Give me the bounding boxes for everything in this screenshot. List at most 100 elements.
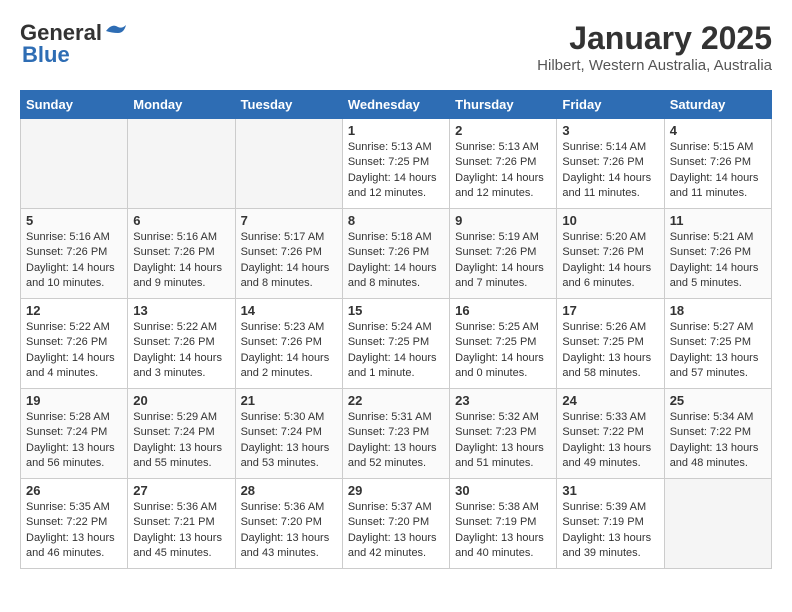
calendar-cell: 15 Sunrise: 5:24 AMSunset: 7:25 PMDaylig… [342,299,449,389]
day-number: 3 [562,123,658,138]
day-number: 12 [26,303,122,318]
calendar-cell: 2 Sunrise: 5:13 AMSunset: 7:26 PMDayligh… [450,119,557,209]
weekday-header-saturday: Saturday [664,91,771,119]
day-number: 29 [348,483,444,498]
calendar-cell: 9 Sunrise: 5:19 AMSunset: 7:26 PMDayligh… [450,209,557,299]
day-number: 18 [670,303,766,318]
day-info: Sunrise: 5:17 AMSunset: 7:26 PMDaylight:… [241,230,337,292]
day-number: 8 [348,213,444,228]
day-number: 31 [562,483,658,498]
day-number: 25 [670,393,766,408]
week-row-5: 26 Sunrise: 5:35 AMSunset: 7:22 PMDaylig… [21,479,772,569]
day-number: 1 [348,123,444,138]
day-info: Sunrise: 5:27 AMSunset: 7:25 PMDaylight:… [670,320,766,382]
day-number: 15 [348,303,444,318]
calendar-cell: 13 Sunrise: 5:22 AMSunset: 7:26 PMDaylig… [128,299,235,389]
day-info: Sunrise: 5:24 AMSunset: 7:25 PMDaylight:… [348,320,444,382]
day-info: Sunrise: 5:25 AMSunset: 7:25 PMDaylight:… [455,320,551,382]
day-number: 2 [455,123,551,138]
day-info: Sunrise: 5:38 AMSunset: 7:19 PMDaylight:… [455,500,551,562]
calendar-cell: 17 Sunrise: 5:26 AMSunset: 7:25 PMDaylig… [557,299,664,389]
day-info: Sunrise: 5:29 AMSunset: 7:24 PMDaylight:… [133,410,229,472]
day-info: Sunrise: 5:16 AMSunset: 7:26 PMDaylight:… [133,230,229,292]
day-number: 28 [241,483,337,498]
calendar-cell: 1 Sunrise: 5:13 AMSunset: 7:25 PMDayligh… [342,119,449,209]
calendar-cell: 22 Sunrise: 5:31 AMSunset: 7:23 PMDaylig… [342,389,449,479]
day-number: 27 [133,483,229,498]
logo-blue: Blue [22,42,70,68]
day-info: Sunrise: 5:30 AMSunset: 7:24 PMDaylight:… [241,410,337,472]
day-info: Sunrise: 5:33 AMSunset: 7:22 PMDaylight:… [562,410,658,472]
calendar-cell: 16 Sunrise: 5:25 AMSunset: 7:25 PMDaylig… [450,299,557,389]
weekday-header-tuesday: Tuesday [235,91,342,119]
calendar-cell [21,119,128,209]
day-info: Sunrise: 5:20 AMSunset: 7:26 PMDaylight:… [562,230,658,292]
day-info: Sunrise: 5:13 AMSunset: 7:26 PMDaylight:… [455,140,551,202]
calendar-cell: 30 Sunrise: 5:38 AMSunset: 7:19 PMDaylig… [450,479,557,569]
day-info: Sunrise: 5:19 AMSunset: 7:26 PMDaylight:… [455,230,551,292]
calendar-cell: 26 Sunrise: 5:35 AMSunset: 7:22 PMDaylig… [21,479,128,569]
calendar-cell: 23 Sunrise: 5:32 AMSunset: 7:23 PMDaylig… [450,389,557,479]
calendar-cell: 31 Sunrise: 5:39 AMSunset: 7:19 PMDaylig… [557,479,664,569]
day-info: Sunrise: 5:34 AMSunset: 7:22 PMDaylight:… [670,410,766,472]
weekday-header-row: SundayMondayTuesdayWednesdayThursdayFrid… [21,91,772,119]
day-info: Sunrise: 5:36 AMSunset: 7:20 PMDaylight:… [241,500,337,562]
calendar-cell [235,119,342,209]
calendar-cell: 27 Sunrise: 5:36 AMSunset: 7:21 PMDaylig… [128,479,235,569]
day-number: 21 [241,393,337,408]
day-number: 10 [562,213,658,228]
calendar-cell: 10 Sunrise: 5:20 AMSunset: 7:26 PMDaylig… [557,209,664,299]
day-number: 5 [26,213,122,228]
weekday-header-sunday: Sunday [21,91,128,119]
day-number: 24 [562,393,658,408]
day-info: Sunrise: 5:14 AMSunset: 7:26 PMDaylight:… [562,140,658,202]
day-info: Sunrise: 5:21 AMSunset: 7:26 PMDaylight:… [670,230,766,292]
calendar-cell: 21 Sunrise: 5:30 AMSunset: 7:24 PMDaylig… [235,389,342,479]
day-info: Sunrise: 5:35 AMSunset: 7:22 PMDaylight:… [26,500,122,562]
calendar-cell: 25 Sunrise: 5:34 AMSunset: 7:22 PMDaylig… [664,389,771,479]
calendar-cell: 12 Sunrise: 5:22 AMSunset: 7:26 PMDaylig… [21,299,128,389]
calendar-table: SundayMondayTuesdayWednesdayThursdayFrid… [20,90,772,569]
day-number: 19 [26,393,122,408]
calendar-cell: 4 Sunrise: 5:15 AMSunset: 7:26 PMDayligh… [664,119,771,209]
day-info: Sunrise: 5:39 AMSunset: 7:19 PMDaylight:… [562,500,658,562]
day-info: Sunrise: 5:28 AMSunset: 7:24 PMDaylight:… [26,410,122,472]
weekday-header-friday: Friday [557,91,664,119]
calendar-cell: 18 Sunrise: 5:27 AMSunset: 7:25 PMDaylig… [664,299,771,389]
weekday-header-wednesday: Wednesday [342,91,449,119]
calendar-cell: 20 Sunrise: 5:29 AMSunset: 7:24 PMDaylig… [128,389,235,479]
weekday-header-monday: Monday [128,91,235,119]
calendar-cell: 11 Sunrise: 5:21 AMSunset: 7:26 PMDaylig… [664,209,771,299]
day-number: 16 [455,303,551,318]
calendar-cell: 8 Sunrise: 5:18 AMSunset: 7:26 PMDayligh… [342,209,449,299]
day-number: 7 [241,213,337,228]
day-number: 26 [26,483,122,498]
day-number: 14 [241,303,337,318]
week-row-3: 12 Sunrise: 5:22 AMSunset: 7:26 PMDaylig… [21,299,772,389]
title-area: January 2025 Hilbert, Western Australia,… [537,20,772,74]
day-info: Sunrise: 5:32 AMSunset: 7:23 PMDaylight:… [455,410,551,472]
calendar-cell [664,479,771,569]
day-info: Sunrise: 5:15 AMSunset: 7:26 PMDaylight:… [670,140,766,202]
calendar-cell: 28 Sunrise: 5:36 AMSunset: 7:20 PMDaylig… [235,479,342,569]
weekday-header-thursday: Thursday [450,91,557,119]
day-info: Sunrise: 5:13 AMSunset: 7:25 PMDaylight:… [348,140,444,202]
day-info: Sunrise: 5:22 AMSunset: 7:26 PMDaylight:… [26,320,122,382]
week-row-1: 1 Sunrise: 5:13 AMSunset: 7:25 PMDayligh… [21,119,772,209]
day-info: Sunrise: 5:26 AMSunset: 7:25 PMDaylight:… [562,320,658,382]
calendar-subtitle: Hilbert, Western Australia, Australia [537,57,772,74]
logo-bird-icon [104,23,126,39]
day-number: 11 [670,213,766,228]
calendar-cell: 6 Sunrise: 5:16 AMSunset: 7:26 PMDayligh… [128,209,235,299]
day-info: Sunrise: 5:16 AMSunset: 7:26 PMDaylight:… [26,230,122,292]
calendar-cell: 3 Sunrise: 5:14 AMSunset: 7:26 PMDayligh… [557,119,664,209]
day-info: Sunrise: 5:18 AMSunset: 7:26 PMDaylight:… [348,230,444,292]
page-header: General Blue January 2025 Hilbert, Weste… [20,20,772,74]
day-number: 6 [133,213,229,228]
day-number: 20 [133,393,229,408]
calendar-cell: 5 Sunrise: 5:16 AMSunset: 7:26 PMDayligh… [21,209,128,299]
calendar-cell: 19 Sunrise: 5:28 AMSunset: 7:24 PMDaylig… [21,389,128,479]
week-row-2: 5 Sunrise: 5:16 AMSunset: 7:26 PMDayligh… [21,209,772,299]
day-number: 13 [133,303,229,318]
calendar-cell: 24 Sunrise: 5:33 AMSunset: 7:22 PMDaylig… [557,389,664,479]
